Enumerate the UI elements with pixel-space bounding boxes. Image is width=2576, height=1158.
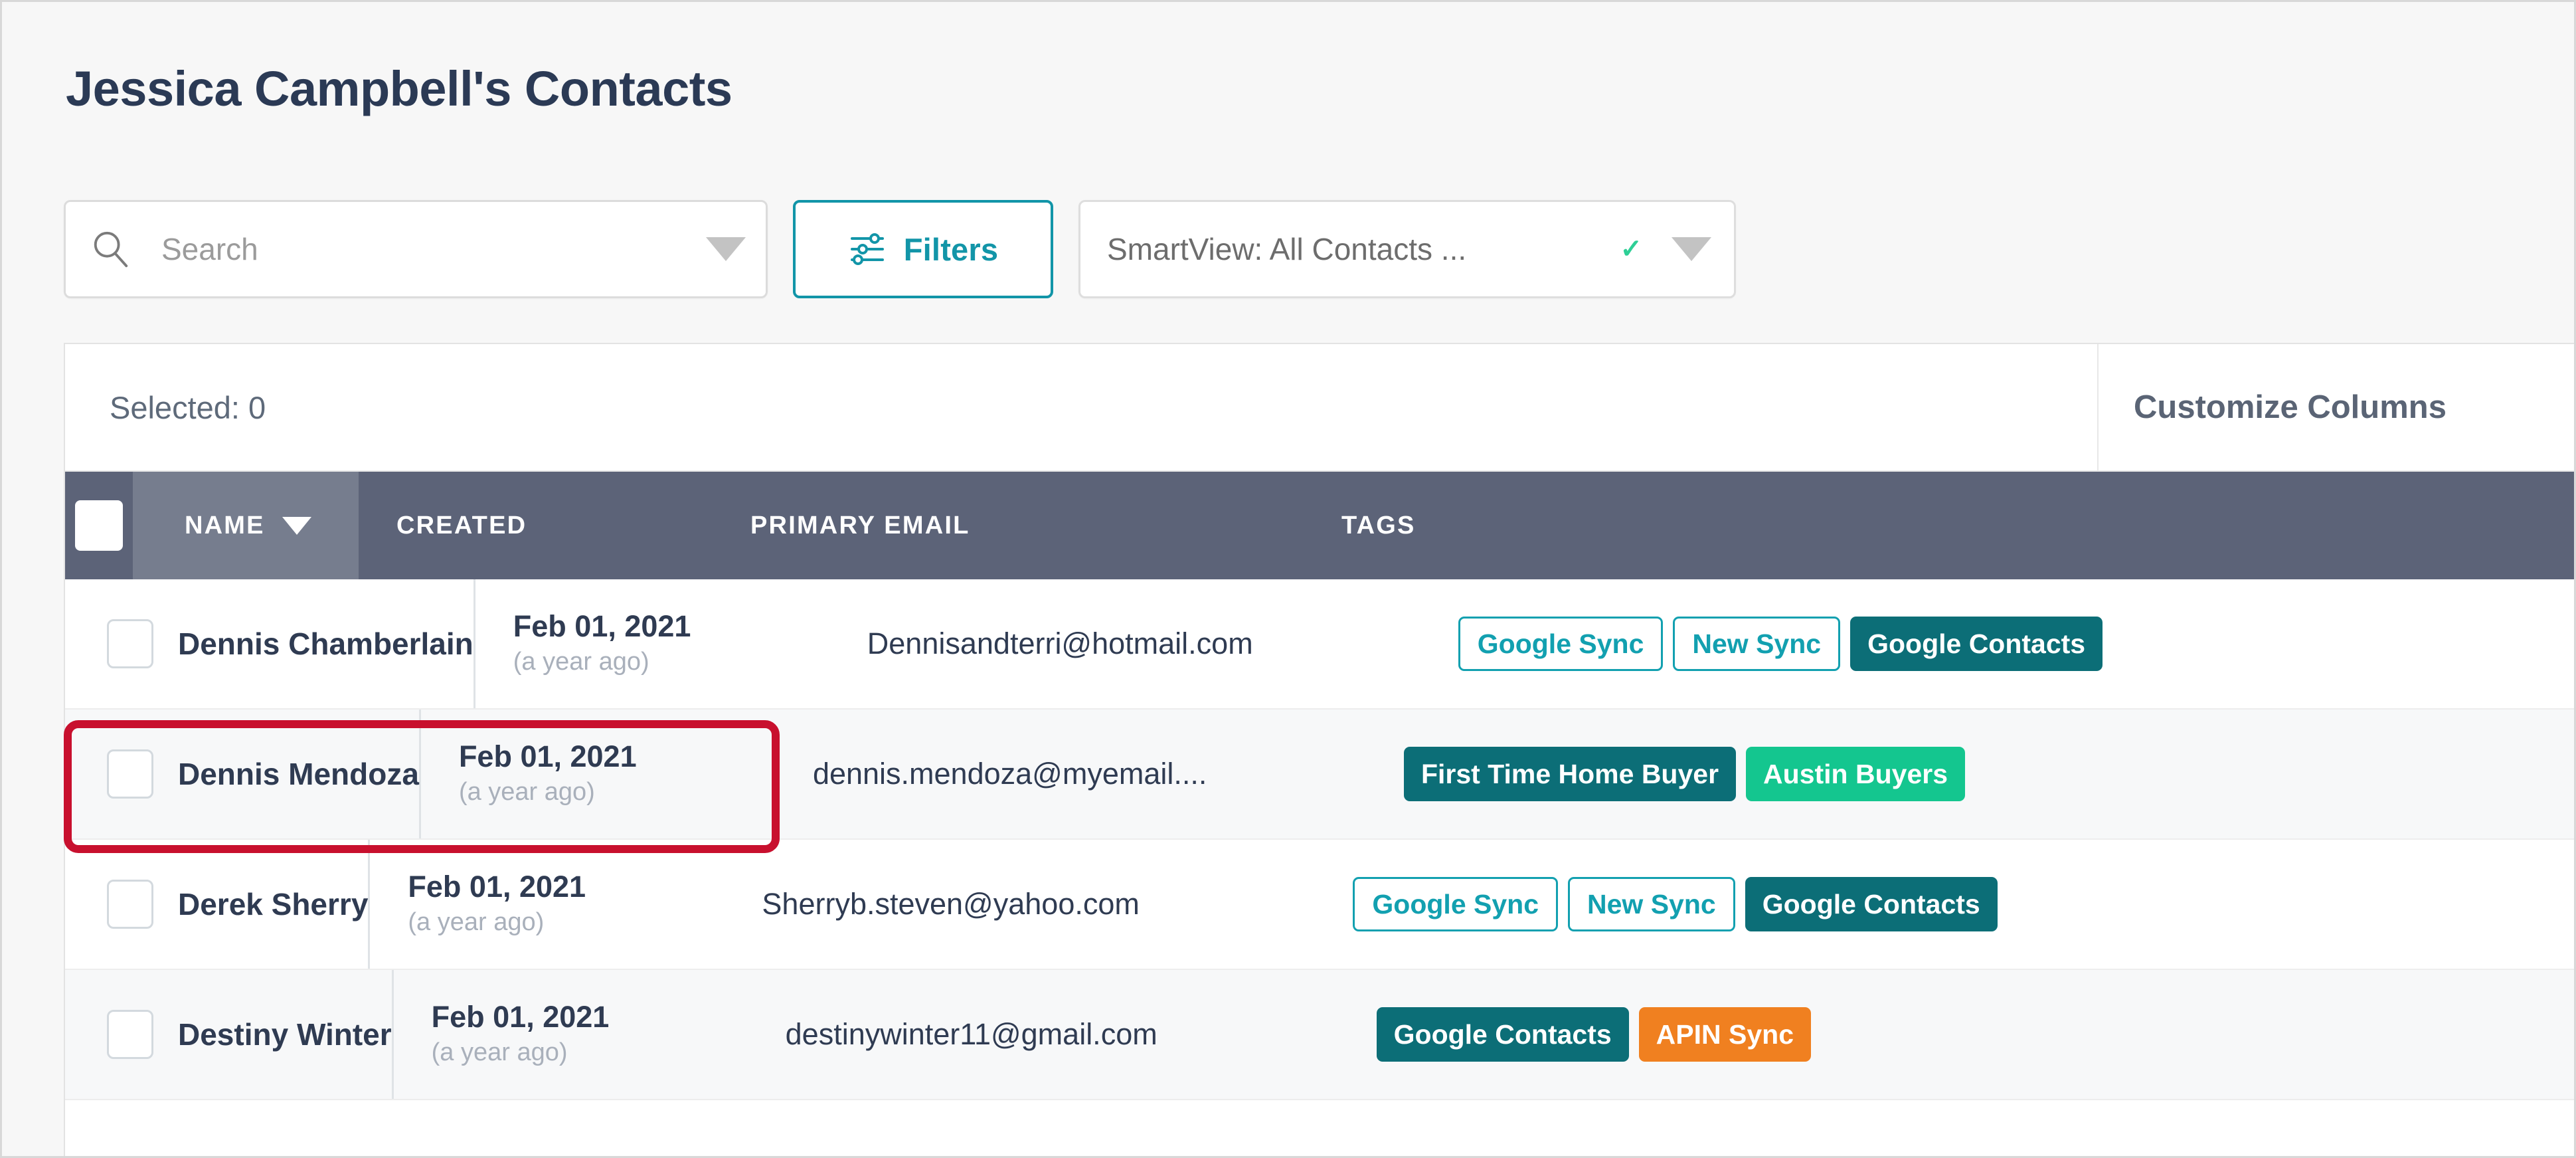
- chevron-down-icon[interactable]: [1672, 237, 1711, 261]
- tags-cell: Google Sync New Sync Google Contacts: [1353, 840, 2574, 969]
- search-box[interactable]: [64, 200, 768, 298]
- chevron-down-icon[interactable]: [706, 237, 746, 261]
- table-row[interactable]: Destiny Winter Feb 01, 2021 (a year ago) de…: [65, 970, 2574, 1100]
- tags-cell: First Time Home Buyer Austin Buyers: [1403, 710, 2574, 838]
- table-body: Dennis Chamberlain Feb 01, 2021 (a year ag…: [65, 579, 2574, 1100]
- column-header-primary-email[interactable]: PRIMARY EMAIL: [750, 472, 1341, 579]
- primary-email[interactable]: destinywinter11@gmail.com: [786, 970, 1377, 1099]
- app-root: Jessica Campbell's Contacts Search Filte…: [0, 0, 2576, 1158]
- tag-chip[interactable]: Google Sync: [1458, 617, 1664, 671]
- created-cell: Feb 01, 2021 (a year ago): [394, 970, 786, 1099]
- tags-cell: Google Sync New Sync Google Contacts: [1458, 579, 2574, 708]
- created-cell: Feb 01, 2021 (a year ago): [475, 579, 867, 708]
- smartview-label: SmartView: All Contacts ...: [1107, 232, 1467, 266]
- primary-email[interactable]: Dennisandterri@hotmail.com: [867, 579, 1458, 708]
- row-checkbox[interactable]: [107, 619, 153, 668]
- tag-chip[interactable]: Google Contacts: [1376, 1007, 1629, 1062]
- row-checkbox[interactable]: [107, 749, 153, 799]
- table-header-row: NAME CREATED PRIMARY EMAIL TAGS: [65, 472, 2574, 579]
- created-relative: (a year ago): [513, 648, 649, 676]
- tag-chip[interactable]: Google Contacts: [1850, 617, 2103, 671]
- column-header-name-label: NAME: [185, 511, 265, 539]
- row-checkbox[interactable]: [107, 1010, 153, 1059]
- created-relative: (a year ago): [458, 778, 595, 807]
- check-icon: ✓: [1620, 235, 1642, 264]
- table-row[interactable]: Derek Sherry Feb 01, 2021 (a year ago) Sher…: [65, 840, 2574, 970]
- select-all-checkbox[interactable]: [75, 500, 123, 551]
- filters-button[interactable]: Filters: [793, 200, 1053, 298]
- created-date: Feb 01, 2021: [431, 1000, 610, 1034]
- created-cell: Feb 01, 2021 (a year ago): [370, 840, 762, 969]
- tag-chip[interactable]: New Sync: [1673, 617, 1841, 671]
- created-date: Feb 01, 2021: [458, 739, 637, 774]
- contact-name[interactable]: Dennis Chamberlain: [178, 579, 475, 708]
- created-cell: Feb 01, 2021 (a year ago): [421, 710, 813, 838]
- tag-chip[interactable]: Google Sync: [1353, 877, 1559, 931]
- search-input[interactable]: [161, 231, 694, 267]
- row-select-cell[interactable]: [65, 579, 178, 708]
- tags-cell: Google Contacts APIN Sync: [1376, 970, 2574, 1099]
- table-toolbar: Selected: 0 Customize Columns: [65, 344, 2574, 472]
- selected-count: Selected: 0: [110, 389, 266, 425]
- filters-sliders-icon: [848, 230, 887, 268]
- smartview-dropdown[interactable]: SmartView: All Contacts ... ✓: [1078, 200, 1736, 298]
- contacts-table: Selected: 0 Customize Columns NAME CREAT…: [64, 343, 2574, 1156]
- created-relative: (a year ago): [408, 908, 545, 937]
- column-header-created-label: CREATED: [396, 511, 527, 539]
- contact-name[interactable]: Dennis Mendoza: [178, 710, 421, 838]
- tag-chip[interactable]: First Time Home Buyer: [1403, 747, 1737, 801]
- customize-columns-button[interactable]: Customize Columns: [2097, 344, 2574, 470]
- column-header-primary-email-label: PRIMARY EMAIL: [750, 511, 970, 539]
- table-row[interactable]: Dennis Mendoza Feb 01, 2021 (a year ago) de…: [65, 710, 2574, 840]
- select-all-header[interactable]: [65, 472, 133, 579]
- created-date: Feb 01, 2021: [513, 609, 691, 644]
- page-title: Jessica Campbell's Contacts: [66, 61, 732, 116]
- tag-chip[interactable]: Austin Buyers: [1746, 747, 1965, 801]
- column-header-name[interactable]: NAME: [133, 472, 359, 579]
- column-header-tags[interactable]: TAGS: [1341, 472, 2574, 579]
- row-select-cell[interactable]: [65, 970, 178, 1099]
- search-icon: [90, 229, 131, 270]
- column-header-created[interactable]: CREATED: [359, 472, 750, 579]
- tag-chip[interactable]: New Sync: [1568, 877, 1735, 931]
- tag-chip[interactable]: APIN Sync: [1638, 1007, 1812, 1062]
- contact-name[interactable]: Derek Sherry: [178, 840, 371, 969]
- row-select-cell[interactable]: [65, 710, 178, 838]
- primary-email[interactable]: dennis.mendoza@myemail....: [813, 710, 1404, 838]
- created-relative: (a year ago): [431, 1038, 568, 1067]
- contact-name[interactable]: Destiny Winter: [178, 970, 394, 1099]
- row-select-cell[interactable]: [65, 840, 178, 969]
- column-header-tags-label: TAGS: [1341, 511, 1416, 539]
- tag-chip[interactable]: Google Contacts: [1745, 877, 1998, 931]
- filters-button-label: Filters: [903, 231, 999, 267]
- primary-email[interactable]: Sherryb.steven@yahoo.com: [762, 840, 1353, 969]
- table-row[interactable]: Dennis Chamberlain Feb 01, 2021 (a year ag…: [65, 579, 2574, 710]
- sort-descending-icon[interactable]: [282, 516, 311, 535]
- toolbar: Filters SmartView: All Contacts ... ✓: [64, 200, 1736, 298]
- created-date: Feb 01, 2021: [408, 870, 586, 904]
- row-checkbox[interactable]: [107, 880, 153, 929]
